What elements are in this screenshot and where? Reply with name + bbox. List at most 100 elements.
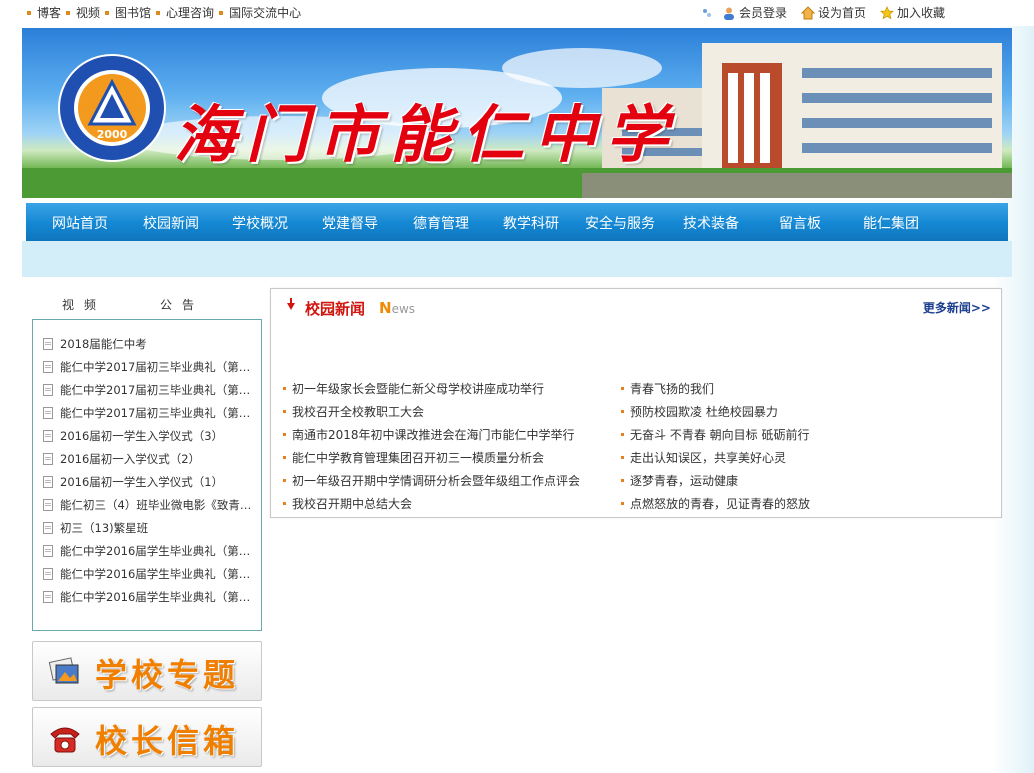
news-item[interactable]: 我校召开全校教职工大会: [283, 400, 580, 423]
news-list-left: 初一年级家长会暨能仁新父母学校讲座成功举行 我校召开全校教职工大会 南通市201…: [283, 377, 580, 515]
top-bar: 博客 视频 图书馆 心理咨询 国际交流中心 会员登录 设为首页 加入收藏: [0, 0, 1034, 26]
sub-nav-bar: [22, 241, 1012, 277]
bullet-icon: [283, 387, 286, 390]
nav-tech-equipment[interactable]: 技术装备: [683, 213, 739, 233]
nav-school-overview[interactable]: 学校概况: [232, 213, 288, 233]
header-banner: 2000 海门市能仁中学: [22, 28, 1012, 198]
tab-announcement[interactable]: 公告: [160, 296, 204, 313]
news-item[interactable]: 南通市2018年初中课改推进会在海门市能仁中学举行: [283, 423, 580, 446]
list-item[interactable]: 2018届能仁中考: [43, 332, 255, 355]
document-icon: [43, 429, 53, 442]
user-icon: [724, 7, 734, 20]
member-login-label: 会员登录: [739, 6, 788, 20]
bullet-icon: [621, 433, 624, 436]
bullet-icon: [27, 10, 31, 15]
add-favorite-link[interactable]: 加入收藏: [880, 4, 945, 21]
arrow-down-icon: [287, 298, 295, 310]
news-item[interactable]: 能仁中学教育管理集团召开初三一模质量分析会: [283, 446, 580, 469]
document-icon: [43, 383, 53, 396]
left-sidebar: 视频 公告 2018届能仁中考 能仁中学2017届初三毕业典礼（第三部分） 能仁…: [32, 289, 262, 767]
top-link-video[interactable]: 视频: [76, 4, 100, 21]
bullet-icon: [621, 479, 624, 482]
bullet-icon: [156, 10, 161, 15]
tab-video[interactable]: 视频: [62, 296, 106, 313]
list-item[interactable]: 2016届初一入学仪式（2）: [43, 447, 255, 470]
document-icon: [43, 521, 53, 534]
news-en-initial: N: [379, 299, 392, 317]
nav-campus-news[interactable]: 校园新闻: [143, 213, 199, 233]
school-title: 海门市能仁中学: [174, 98, 679, 171]
bullet-icon: [283, 502, 286, 505]
bullet-icon: [283, 479, 286, 482]
list-item[interactable]: 能仁中学2017届初三毕业典礼（第二部分）: [43, 378, 255, 401]
principal-mailbox-button[interactable]: 校长信箱: [32, 707, 262, 767]
campus-news-panel: 校园新闻 News 更多新闻>> 初一年级家长会暨能仁新父母学校讲座成功举行 我…: [270, 288, 1002, 518]
news-item[interactable]: 逐梦青春，运动健康: [621, 469, 810, 492]
more-news-link[interactable]: 更多新闻>>: [923, 299, 991, 316]
set-home-label: 设为首页: [818, 6, 867, 20]
set-home-link[interactable]: 设为首页: [801, 4, 866, 21]
news-title: 校园新闻: [305, 300, 366, 318]
top-right-links: 会员登录 设为首页 加入收藏: [700, 4, 959, 21]
top-link-counseling[interactable]: 心理咨询: [166, 4, 214, 21]
news-item[interactable]: 初一年级召开期中学情调研分析会暨年级组工作点评会: [283, 469, 580, 492]
top-link-international[interactable]: 国际交流中心: [229, 4, 301, 21]
news-item[interactable]: 无奋斗 不青春 朝向目标 砥砺前行: [621, 423, 810, 446]
nav-nengren-group[interactable]: 能仁集团: [863, 213, 919, 233]
nav-party-building[interactable]: 党建督导: [322, 213, 378, 233]
star-icon: [880, 5, 895, 19]
nav-teaching-research[interactable]: 教学科研: [503, 213, 559, 233]
document-icon: [43, 360, 53, 373]
list-item[interactable]: 能仁中学2016届学生毕业典礼（第三部分）: [43, 539, 255, 562]
school-topics-button[interactable]: 学校专题: [32, 641, 262, 701]
list-item[interactable]: 能仁中学2017届初三毕业典礼（第一部分）: [43, 401, 255, 424]
principal-mailbox-label: 校长信箱: [95, 722, 240, 760]
telephone-icon: [50, 727, 80, 753]
nav-message-board[interactable]: 留言板: [779, 213, 821, 233]
bullet-icon: [219, 10, 224, 15]
bullet-icon: [621, 502, 624, 505]
add-favorite-label: 加入收藏: [897, 6, 946, 20]
list-item[interactable]: 能仁中学2016届学生毕业典礼（第二部分）: [43, 562, 255, 585]
list-item[interactable]: 2016届初一学生入学仪式（1）: [43, 470, 255, 493]
logo-year: 2000: [96, 128, 128, 141]
document-icon: [43, 475, 53, 488]
top-link-library[interactable]: 图书馆: [115, 4, 151, 21]
list-item[interactable]: 能仁中学2017届初三毕业典礼（第三部分）: [43, 355, 255, 378]
main-nav: 网站首页 校园新闻 学校概况 党建督导 德育管理 教学科研 安全与服务 技术装备…: [26, 203, 1008, 241]
document-icon: [43, 452, 53, 465]
news-item[interactable]: 初一年级家长会暨能仁新父母学校讲座成功举行: [283, 377, 580, 400]
list-item[interactable]: 2016届初一学生入学仪式（3）: [43, 424, 255, 447]
list-item[interactable]: 初三（13)繁星班: [43, 516, 255, 539]
sparkle-icon: [703, 8, 711, 17]
bullet-icon: [283, 433, 286, 436]
news-item[interactable]: 我校召开期中总结大会: [283, 492, 580, 515]
news-list-right: 青春飞扬的我们 预防校园欺凌 杜绝校园暴力 无奋斗 不青春 朝向目标 砥砺前行 …: [621, 377, 810, 515]
top-links: 博客 视频 图书馆 心理咨询 国际交流中心: [22, 4, 301, 21]
home-icon: [801, 5, 816, 19]
top-link-blog[interactable]: 博客: [37, 4, 61, 21]
list-item[interactable]: 能仁初三（4）班毕业微电影《致青春》: [43, 493, 255, 516]
document-icon: [43, 498, 53, 511]
document-icon: [43, 406, 53, 419]
bullet-icon: [283, 456, 286, 459]
document-icon: [43, 590, 53, 603]
nav-safety-service[interactable]: 安全与服务: [585, 213, 655, 233]
news-header: 校园新闻 News 更多新闻>>: [271, 289, 1001, 325]
nav-home[interactable]: 网站首页: [52, 213, 108, 233]
bullet-icon: [621, 410, 624, 413]
news-item[interactable]: 青春飞扬的我们: [621, 377, 810, 400]
news-item[interactable]: 点燃怒放的青春，见证青春的怒放: [621, 492, 810, 515]
bullet-icon: [283, 410, 286, 413]
document-icon: [43, 544, 53, 557]
bullet-icon: [105, 10, 110, 15]
news-item[interactable]: 走出认知误区，共享美好心灵: [621, 446, 810, 469]
school-topics-label: 学校专题: [95, 656, 240, 694]
document-icon: [43, 337, 53, 350]
news-item[interactable]: 预防校园欺凌 杜绝校园暴力: [621, 400, 810, 423]
left-tabs: 视频 公告: [32, 289, 262, 317]
photos-icon: [48, 657, 79, 684]
member-login-link[interactable]: 会员登录: [722, 4, 787, 21]
list-item[interactable]: 能仁中学2016届学生毕业典礼（第一部分）: [43, 585, 255, 608]
nav-moral-education[interactable]: 德育管理: [413, 213, 469, 233]
